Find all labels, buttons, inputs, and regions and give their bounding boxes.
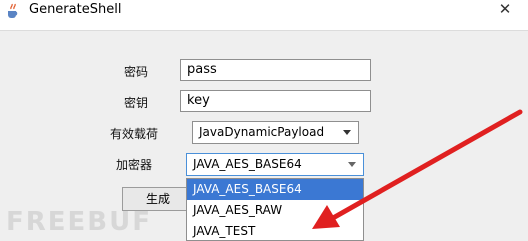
payload-label: 有效载荷 (110, 127, 159, 141)
password-label: 密码 (124, 65, 149, 79)
payload-select-value: JavaDynamicPayload (199, 125, 325, 139)
encryptor-dropdown-list: JAVA_AES_BASE64 JAVA_AES_RAW JAVA_TEST (186, 178, 364, 241)
encryptor-label: 加密器 (116, 158, 153, 172)
freebuf-watermark: FREEBUF (6, 207, 152, 236)
key-label: 密钥 (124, 96, 149, 110)
chevron-down-icon[interactable] (348, 162, 356, 167)
payload-select[interactable]: JavaDynamicPayload (192, 121, 359, 144)
dropdown-option[interactable]: JAVA_TEST (187, 221, 363, 241)
watermark-text: FREEBUF (6, 207, 152, 236)
password-field[interactable]: pass (180, 59, 371, 81)
encryptor-select-value: JAVA_AES_BASE64 (193, 157, 302, 171)
java-cup-icon (8, 3, 18, 18)
dropdown-option[interactable]: JAVA_AES_BASE64 (187, 179, 363, 200)
title-bar: GenerateShell ✕ (0, 0, 528, 30)
encryptor-select[interactable]: JAVA_AES_BASE64 (186, 153, 364, 176)
chevron-down-icon[interactable] (343, 130, 351, 135)
key-field[interactable]: key (180, 90, 371, 112)
window-title: GenerateShell (29, 2, 122, 17)
dropdown-option[interactable]: JAVA_AES_RAW (187, 200, 363, 221)
close-icon[interactable]: ✕ (496, 0, 514, 18)
